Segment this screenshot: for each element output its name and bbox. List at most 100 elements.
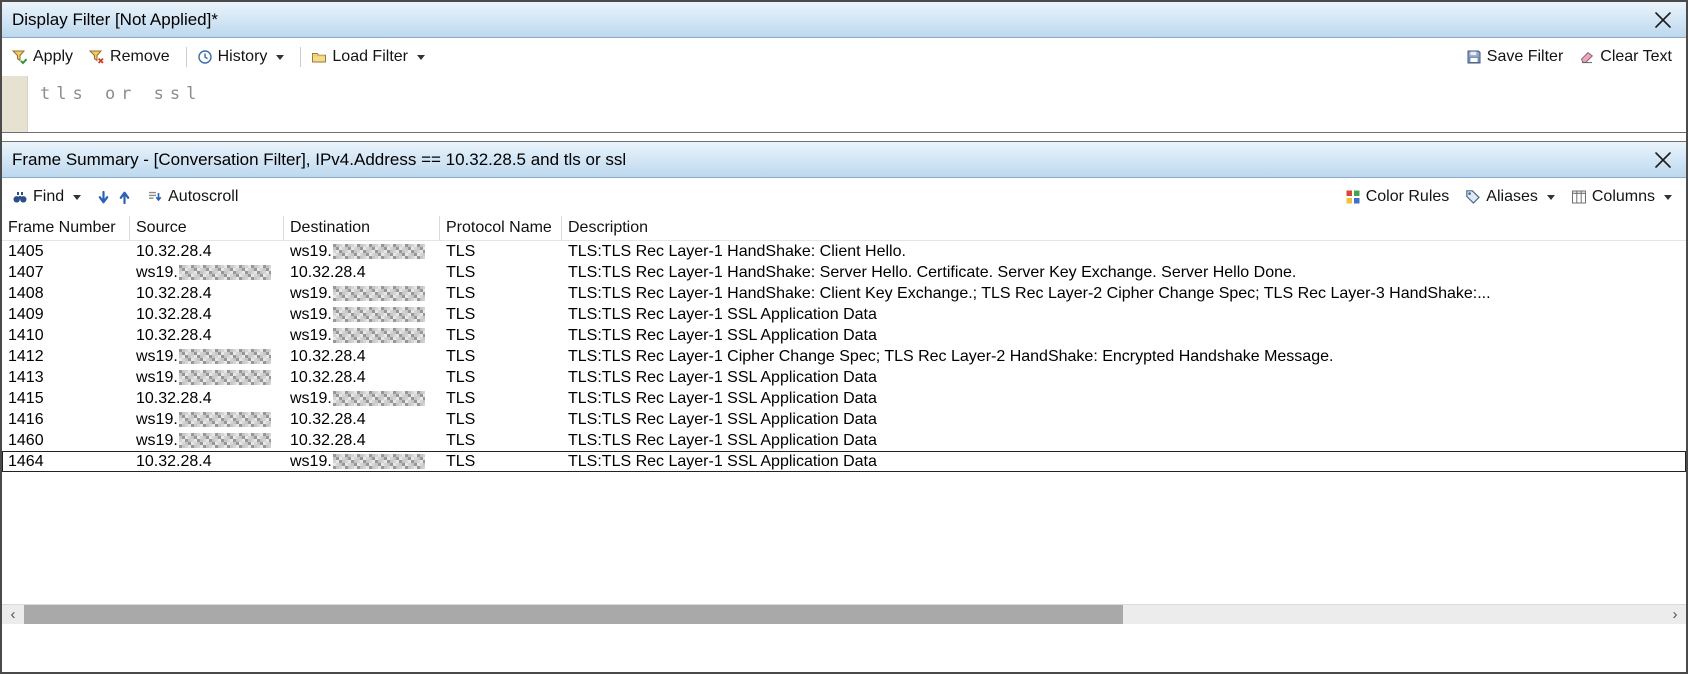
cell-text: 1405 xyxy=(8,242,44,260)
table-row[interactable]: 1464 10.32.28.4 ws19. TLS TLS:TLS Rec Layer-… xyxy=(2,451,1686,472)
cell-description: TLS:TLS Rec Layer-1 Cipher Change Spec; … xyxy=(562,348,1686,366)
cell-source: 10.32.28.4 xyxy=(130,453,284,471)
clear-text-button[interactable]: Clear Text xyxy=(1579,48,1672,66)
table-row[interactable]: 1416 ws19. 10.32.28.4 TLS TLS:TLS Rec Layer-… xyxy=(2,409,1686,430)
cell-text: 10.32.28.4 xyxy=(136,452,212,470)
color-rules-icon xyxy=(1345,189,1361,205)
cell-frame-number: 1464 xyxy=(2,453,130,471)
cell-text: TLS:TLS Rec Layer-1 SSL Application Data xyxy=(568,389,877,407)
redacted-hostname xyxy=(178,265,271,280)
filter-expression-text[interactable]: tls or ssl xyxy=(40,84,202,104)
filter-editor[interactable]: tls or ssl xyxy=(2,76,1686,132)
table-row[interactable]: 1413 ws19. 10.32.28.4 TLS TLS:TLS Rec Layer-… xyxy=(2,367,1686,388)
frame-summary-title: Frame Summary - [Conversation Filter], I… xyxy=(12,149,627,169)
load-filter-label: Load Filter xyxy=(332,48,408,65)
cell-text: TLS xyxy=(446,326,476,344)
cell-text: 1415 xyxy=(8,389,44,407)
cell-protocol: TLS xyxy=(440,327,562,345)
column-header-destination[interactable]: Destination xyxy=(284,216,440,240)
table-row[interactable]: 1408 10.32.28.4 ws19. TLS TLS:TLS Rec Layer-… xyxy=(2,283,1686,304)
cell-text: TLS:TLS Rec Layer-1 Cipher Change Spec; … xyxy=(568,347,1334,365)
cell-text: 1464 xyxy=(8,452,44,470)
cell-frame-number: 1407 xyxy=(2,264,130,282)
cell-description: TLS:TLS Rec Layer-1 SSL Application Data xyxy=(562,453,1686,471)
aliases-dropdown-button[interactable]: Aliases xyxy=(1465,188,1555,206)
scroll-right-arrow[interactable]: › xyxy=(1664,605,1686,624)
cell-protocol: TLS xyxy=(440,390,562,408)
display-filter-titlebar: Display Filter [Not Applied]* xyxy=(2,2,1686,38)
frame-summary-close-button[interactable] xyxy=(1650,147,1676,173)
cell-text: ws19. xyxy=(290,305,332,323)
cell-protocol: TLS xyxy=(440,243,562,261)
cell-description: TLS:TLS Rec Layer-1 SSL Application Data xyxy=(562,432,1686,450)
cell-text: TLS:TLS Rec Layer-1 HandShake: Client He… xyxy=(568,242,906,260)
scrollbar-thumb[interactable] xyxy=(24,605,1123,624)
table-row[interactable]: 1409 10.32.28.4 ws19. TLS TLS:TLS Rec Layer-… xyxy=(2,304,1686,325)
frame-summary-toolbar: Find Autoscroll Color Rules Aliases Colu… xyxy=(2,178,1686,216)
find-next-button[interactable] xyxy=(97,190,110,205)
column-header-description[interactable]: Description xyxy=(562,216,1686,240)
save-filter-button[interactable]: Save Filter xyxy=(1466,48,1563,66)
cell-description: TLS:TLS Rec Layer-1 SSL Application Data xyxy=(562,411,1686,429)
cell-description: TLS:TLS Rec Layer-1 HandShake: Client Ke… xyxy=(562,285,1686,303)
table-row[interactable]: 1410 10.32.28.4 ws19. TLS TLS:TLS Rec Layer-… xyxy=(2,325,1686,346)
redacted-hostname xyxy=(178,433,271,448)
cell-text: 1408 xyxy=(8,284,44,302)
autoscroll-button[interactable]: Autoscroll xyxy=(147,188,238,206)
cell-text: 10.32.28.4 xyxy=(290,368,366,386)
cell-source: ws19. xyxy=(130,369,284,387)
column-header-source[interactable]: Source xyxy=(130,216,284,240)
apply-filter-label: Apply xyxy=(33,48,74,65)
display-filter-close-button[interactable] xyxy=(1650,7,1676,33)
table-row[interactable]: 1412 ws19. 10.32.28.4 TLS TLS:TLS Rec Layer-… xyxy=(2,346,1686,367)
cell-description: TLS:TLS Rec Layer-1 SSL Application Data xyxy=(562,369,1686,387)
cell-text: 10.32.28.4 xyxy=(290,263,366,281)
apply-filter-button[interactable]: Apply xyxy=(12,48,73,66)
cell-destination: 10.32.28.4 xyxy=(284,264,440,282)
table-row[interactable]: 1407 ws19. 10.32.28.4 TLS TLS:TLS Rec Layer-… xyxy=(2,262,1686,283)
remove-filter-button[interactable]: Remove xyxy=(89,48,170,66)
columns-dropdown-button[interactable]: Columns xyxy=(1571,188,1672,206)
cell-text: 10.32.28.4 xyxy=(290,347,366,365)
find-dropdown-button[interactable]: Find xyxy=(12,188,82,206)
cell-destination: 10.32.28.4 xyxy=(284,348,440,366)
cell-text: 1409 xyxy=(8,305,44,323)
frame-summary-titlebar: Frame Summary - [Conversation Filter], I… xyxy=(2,142,1686,178)
horizontal-scrollbar[interactable]: ‹ › xyxy=(2,604,1686,624)
cell-description: TLS:TLS Rec Layer-1 HandShake: Server He… xyxy=(562,264,1686,282)
cell-destination: ws19. xyxy=(284,285,440,303)
load-filter-dropdown-button[interactable]: Load Filter xyxy=(311,48,425,66)
cell-text: ws19. xyxy=(290,452,332,470)
cell-protocol: TLS xyxy=(440,306,562,324)
cell-destination: 10.32.28.4 xyxy=(284,411,440,429)
cell-text: ws19. xyxy=(136,368,178,386)
table-row[interactable]: 1460 ws19. 10.32.28.4 TLS TLS:TLS Rec Layer-… xyxy=(2,430,1686,451)
color-rules-button[interactable]: Color Rules xyxy=(1345,188,1449,206)
cell-frame-number: 1412 xyxy=(2,348,130,366)
save-filter-label: Save Filter xyxy=(1486,48,1564,65)
panel-gap xyxy=(2,133,1686,141)
load-filter-icon xyxy=(311,49,327,65)
clear-text-icon xyxy=(1579,49,1595,65)
history-dropdown-button[interactable]: History xyxy=(197,48,285,66)
table-row[interactable]: 1415 10.32.28.4 ws19. TLS TLS:TLS Rec Layer-… xyxy=(2,388,1686,409)
redacted-hostname xyxy=(332,244,425,259)
cell-description: TLS:TLS Rec Layer-1 HandShake: Client He… xyxy=(562,243,1686,261)
cell-text: 10.32.28.4 xyxy=(290,431,366,449)
find-previous-button[interactable] xyxy=(118,190,131,205)
chevron-down-icon xyxy=(276,54,285,60)
cell-text: 10.32.28.4 xyxy=(136,305,212,323)
close-icon xyxy=(1652,9,1674,31)
cell-text: TLS xyxy=(446,368,476,386)
column-header-protocol-name[interactable]: Protocol Name xyxy=(440,216,562,240)
column-header-frame-number[interactable]: Frame Number xyxy=(2,216,130,240)
cell-source: ws19. xyxy=(130,348,284,366)
scrollbar-track[interactable] xyxy=(24,605,1664,624)
arrow-up-icon xyxy=(118,190,131,205)
cell-text: ws19. xyxy=(290,242,332,260)
cell-text: 1410 xyxy=(8,326,44,344)
scroll-left-arrow[interactable]: ‹ xyxy=(2,605,24,624)
table-row[interactable]: 1405 10.32.28.4 ws19. TLS TLS:TLS Rec Layer-… xyxy=(2,241,1686,262)
cell-description: TLS:TLS Rec Layer-1 SSL Application Data xyxy=(562,306,1686,324)
redacted-hostname xyxy=(332,454,425,469)
